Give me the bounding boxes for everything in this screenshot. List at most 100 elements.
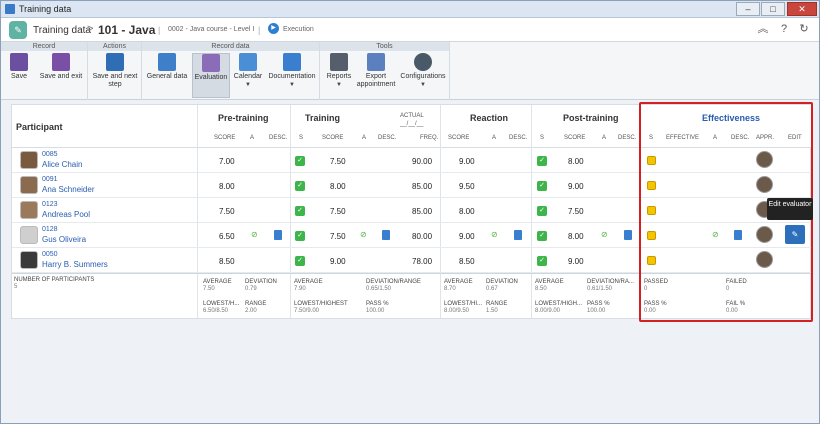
train-average-label: AVERAGE	[294, 279, 323, 285]
save-and-exit-button[interactable]: Save and exit	[37, 53, 85, 98]
attachment-icon[interactable]: ⊘	[491, 230, 498, 239]
post-average-label: AVERAGE	[535, 279, 564, 285]
post-score[interactable]: 8.00	[568, 232, 584, 241]
pre-average-label: AVERAGE	[203, 279, 232, 285]
tools-group: Tools Reports ▼ Export appointment Confi…	[320, 42, 450, 100]
export-label: Export appointment	[356, 73, 396, 88]
training-score[interactable]: 9.00	[330, 257, 346, 266]
actual-label: ACTUAL	[400, 113, 424, 119]
check-icon: ✓	[295, 256, 305, 266]
configurations-button[interactable]: Configurations ▼	[398, 53, 448, 98]
collapse-icon[interactable]: ︽	[757, 23, 769, 35]
react-range-label: RANGE	[486, 301, 508, 307]
training-freq[interactable]: 78.00	[412, 257, 432, 266]
react-average-label: AVERAGE	[444, 279, 473, 285]
evaluation-button[interactable]: Evaluation	[192, 53, 230, 98]
training-freq[interactable]: 80.00	[412, 232, 432, 241]
group-label: Record data	[142, 42, 319, 51]
document-icon[interactable]	[514, 230, 522, 240]
reaction-score[interactable]: 9.00	[459, 232, 475, 241]
reaction-score[interactable]: 9.50	[459, 182, 475, 191]
document-icon[interactable]	[274, 230, 282, 240]
reaction-header: Reaction	[470, 113, 509, 123]
header-divider: |	[258, 25, 261, 35]
export-appointment-button[interactable]: Export appointment	[356, 53, 396, 98]
participant-id[interactable]: 0128	[42, 226, 58, 233]
pre-score[interactable]: 7.50	[219, 207, 235, 216]
save-next-label: Save and next step	[92, 73, 138, 88]
general-data-icon	[158, 53, 176, 71]
check-icon: ✓	[295, 156, 305, 166]
training-score[interactable]: 7.50	[330, 207, 346, 216]
group-label: Tools	[320, 42, 449, 51]
attachment-icon[interactable]: ⊘	[601, 230, 608, 239]
attachment-icon[interactable]: ⊘	[251, 230, 258, 239]
participant-name[interactable]: Harry B. Summers	[42, 260, 108, 269]
breadcrumb-app[interactable]: Training data	[33, 25, 91, 36]
participant-id[interactable]: 0091	[42, 176, 58, 183]
participant-id[interactable]: 0123	[42, 201, 58, 208]
course-subtitle: 0002 - Java course - Level I	[168, 26, 255, 33]
post-lowest-value: 8.00/9.00	[535, 308, 561, 314]
documentation-label: Documentation	[268, 73, 316, 80]
document-icon[interactable]	[382, 230, 390, 240]
post-score[interactable]: 9.00	[568, 257, 584, 266]
score-header: SCORE	[214, 135, 236, 141]
pre-score[interactable]: 8.50	[219, 257, 235, 266]
participants-count-value: 5	[14, 284, 18, 290]
react-average-value: 8.70	[444, 286, 456, 292]
pre-score[interactable]: 6.50	[219, 232, 235, 241]
reaction-score[interactable]: 8.00	[459, 207, 475, 216]
record-group: Record Save Save and exit	[1, 42, 88, 100]
pre-range-label: RANGE	[245, 301, 267, 307]
help-icon[interactable]: ?	[778, 23, 790, 35]
post-score[interactable]: 8.00	[568, 157, 584, 166]
refresh-icon[interactable]: ↻	[798, 23, 810, 35]
training-score[interactable]: 7.50	[330, 157, 346, 166]
a-header: A	[362, 135, 367, 141]
general-data-button[interactable]: General data	[145, 53, 189, 98]
pre-lowest-label: LOWEST/H...	[203, 301, 240, 307]
training-freq[interactable]: 90.00	[412, 157, 432, 166]
participant-name[interactable]: Ana Schneider	[42, 185, 94, 194]
save-next-step-button[interactable]: Save and next step	[90, 53, 140, 98]
save-exit-icon	[52, 53, 70, 71]
attachment-icon[interactable]: ⊘	[360, 230, 367, 239]
post-score[interactable]: 7.50	[568, 207, 584, 216]
reaction-score[interactable]: 9.00	[459, 157, 475, 166]
save-button[interactable]: Save	[5, 53, 33, 98]
calendar-icon	[239, 53, 257, 71]
pre-score[interactable]: 7.00	[219, 157, 235, 166]
page-title: 101 - Java	[98, 23, 156, 37]
training-freq[interactable]: 85.00	[412, 182, 432, 191]
desc-header: DESC.	[269, 135, 288, 141]
pre-score[interactable]: 8.00	[219, 182, 235, 191]
avatar	[20, 201, 38, 219]
actions-group: Actions Save and next step	[88, 42, 142, 100]
configurations-label: Configurations	[400, 73, 446, 80]
a-header: A	[250, 135, 255, 141]
avatar	[20, 176, 38, 194]
reports-button[interactable]: Reports ▼	[323, 53, 355, 98]
documentation-button[interactable]: Documentation ▼	[266, 53, 318, 98]
participant-name[interactable]: Alice Chain	[42, 160, 82, 169]
s-header: S	[299, 135, 304, 141]
training-freq[interactable]: 85.00	[412, 207, 432, 216]
participant-id[interactable]: 0085	[42, 151, 58, 158]
post-deviation-label: DEVIATION/RA...	[587, 279, 634, 285]
reaction-score[interactable]: 8.50	[459, 257, 475, 266]
participant-name[interactable]: Andreas Pool	[42, 210, 90, 219]
close-button[interactable]: ✕	[787, 2, 817, 16]
training-score[interactable]: 8.00	[330, 182, 346, 191]
calendar-button[interactable]: Calendar ▼	[232, 53, 264, 98]
header-divider: |	[158, 25, 161, 35]
minimize-button[interactable]: –	[736, 2, 760, 16]
training-score[interactable]: 7.50	[330, 232, 346, 241]
document-icon[interactable]	[624, 230, 632, 240]
maximize-button[interactable]: □	[761, 2, 785, 16]
calendar-label: Calendar	[233, 73, 263, 80]
participant-id[interactable]: 0050	[42, 251, 58, 258]
train-pass-value: 100.00	[366, 308, 385, 314]
post-score[interactable]: 9.00	[568, 182, 584, 191]
participant-name[interactable]: Gus Oliveira	[42, 235, 86, 244]
